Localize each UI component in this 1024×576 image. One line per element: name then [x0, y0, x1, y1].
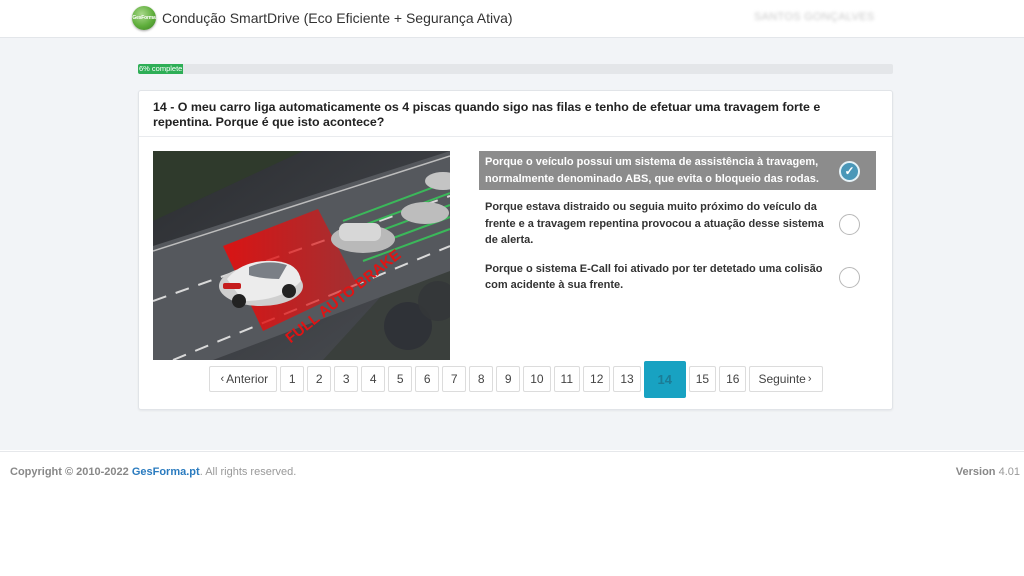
page-button-15[interactable]: 15	[688, 366, 717, 392]
copyright-text: Copyright © 2010-2022 GesForma.pt. All r…	[10, 466, 297, 478]
page-button-13[interactable]: 13	[613, 366, 641, 392]
answer-option-text: Porque o sistema E-Call foi ativado por …	[485, 262, 823, 292]
page-button-5[interactable]: 5	[388, 366, 413, 392]
page-button-8[interactable]: 8	[469, 366, 494, 392]
answer-option-2[interactable]: Porque estava distraido ou seguia muito …	[479, 196, 876, 252]
card-divider	[139, 136, 892, 137]
page-button-10[interactable]: 10	[523, 366, 551, 392]
page-button-9[interactable]: 9	[496, 366, 521, 392]
version-text: Version 4.01	[955, 466, 1020, 478]
pagination: ‹ Anterior 1 2 3 4 5 6 7 8 9 10 11 12 13 …	[209, 360, 823, 398]
radio-button[interactable]	[839, 213, 860, 235]
page-button-4[interactable]: 4	[361, 366, 386, 392]
page-button-16[interactable]: 16	[719, 366, 747, 392]
answer-list: Porque o veículo possui um sistema de as…	[479, 151, 876, 297]
radio-button[interactable]	[839, 267, 860, 288]
question-text: 14 - O meu carro liga automaticamente os…	[153, 100, 821, 129]
gesforma-link[interactable]: GesForma.pt	[132, 466, 200, 478]
user-name[interactable]: SANTOS GONÇALVES	[754, 11, 875, 23]
answer-option-3[interactable]: Porque o sistema E-Call foi ativado por …	[479, 258, 876, 297]
page-button-3[interactable]: 3	[334, 366, 359, 392]
page-button-1[interactable]: 1	[280, 366, 305, 392]
footer: Copyright © 2010-2022 GesForma.pt. All r…	[0, 451, 1024, 576]
page-button-7[interactable]: 7	[442, 366, 467, 392]
next-button[interactable]: Seguinte ›	[749, 366, 823, 392]
answer-option-text: Porque o veículo possui um sistema de as…	[485, 156, 819, 185]
gesforma-logo[interactable]: GesForma	[132, 6, 156, 30]
answer-option-1[interactable]: Porque o veículo possui um sistema de as…	[479, 151, 876, 190]
question-image: FULL AUTO BRAKE	[153, 151, 450, 360]
previous-button[interactable]: ‹ Anterior	[209, 366, 278, 392]
answer-option-text: Porque estava distraido ou seguia muito …	[485, 201, 824, 246]
progress-bar: 6% complete	[138, 64, 893, 74]
chevron-left-icon: ‹	[220, 373, 225, 385]
check-icon[interactable]: ✓	[839, 160, 860, 182]
page-button-2[interactable]: 2	[307, 366, 332, 392]
page-button-12[interactable]: 12	[583, 366, 611, 392]
progress-fill: 6% complete	[138, 64, 184, 74]
page-button-11[interactable]: 11	[553, 366, 581, 392]
question-card: 14 - O meu carro liga automaticamente os…	[138, 90, 893, 410]
chevron-right-icon: ›	[807, 373, 812, 385]
course-title: Condução SmartDrive (Eco Eficiente + Seg…	[162, 10, 513, 26]
page-button-14-current[interactable]: 14	[643, 360, 686, 398]
top-bar: GesForma Condução SmartDrive (Eco Eficie…	[0, 0, 1024, 38]
page-button-6[interactable]: 6	[415, 366, 440, 392]
